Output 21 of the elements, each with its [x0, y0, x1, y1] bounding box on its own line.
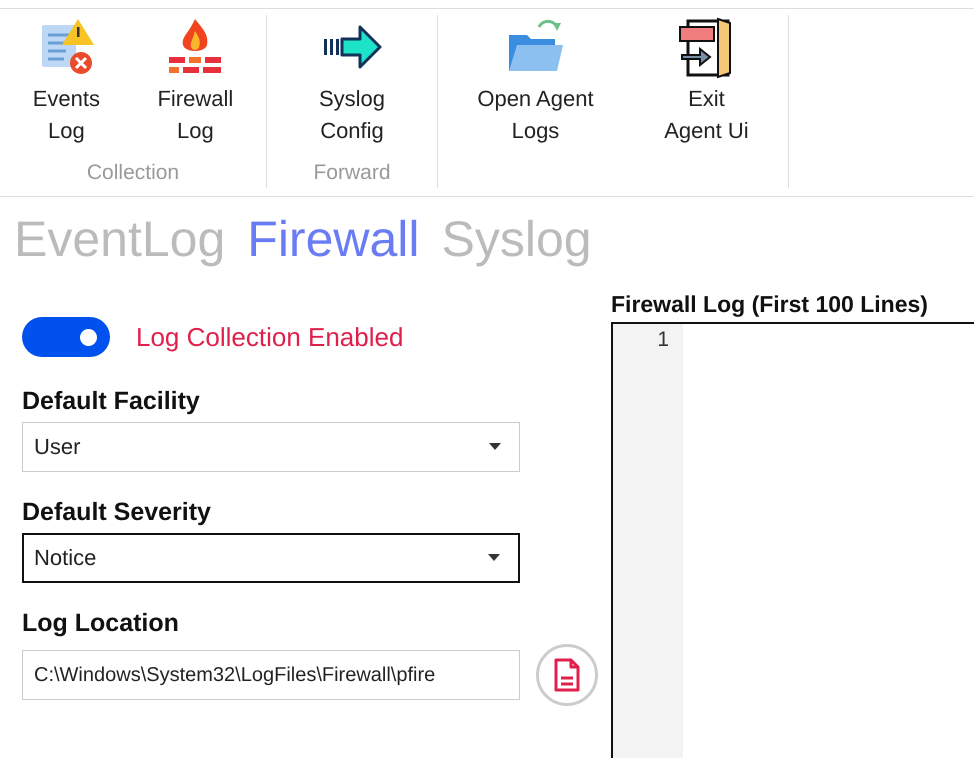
path-field[interactable]: C:\Windows\System32\LogFiles\Firewall\pfire: [22, 650, 520, 700]
group-label: Collection: [86, 160, 180, 186]
toggle-switch[interactable]: [22, 317, 110, 357]
field-label: Default Facility: [22, 387, 201, 416]
status-label: Log Collection Enabled: [136, 322, 404, 352]
toolbar-button[interactable]: Events Log: [26, 15, 106, 155]
toolbar-button[interactable]: Exit Agent Ui: [658, 15, 755, 155]
line-number: 1: [656, 327, 670, 352]
caret-icon: [489, 443, 501, 451]
document-icon: [553, 658, 581, 692]
toolbar-button[interactable]: Syslog Config: [312, 15, 392, 155]
dropdown[interactable]: User: [22, 422, 520, 472]
group-label: Forward: [313, 160, 391, 186]
toolbar-button[interactable]: Firewall Log: [151, 15, 240, 155]
toolbar-button[interactable]: Open Agent Logs: [471, 15, 600, 155]
caret-icon: [488, 554, 500, 562]
field-label: Default Severity: [22, 498, 212, 527]
dropdown[interactable]: Notice: [22, 533, 520, 583]
tab[interactable]: Firewall: [247, 211, 420, 269]
panel-title: Firewall Log (First 100 Lines): [611, 291, 929, 318]
field-label: Log Location: [22, 609, 180, 638]
